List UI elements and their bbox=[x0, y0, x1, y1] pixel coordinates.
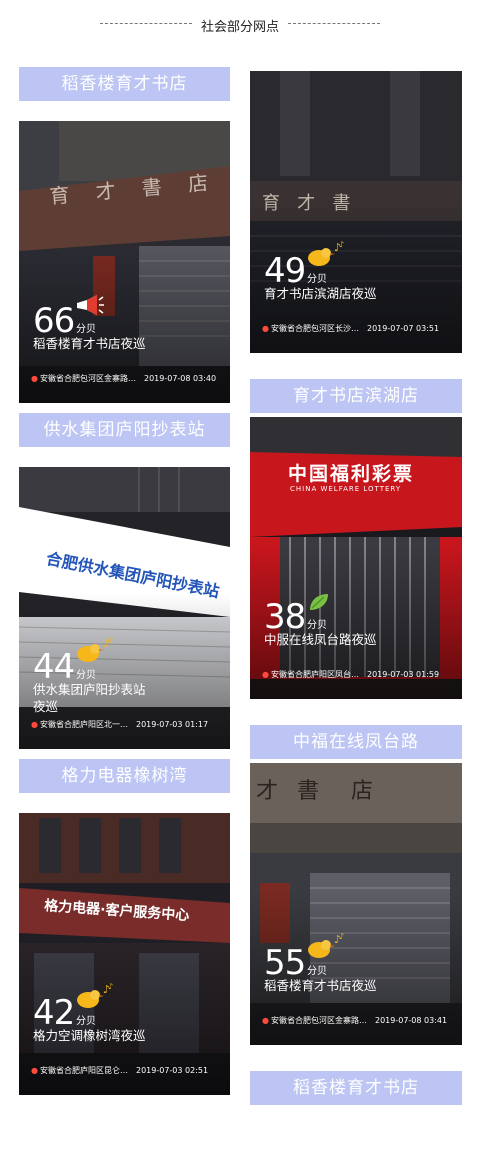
decibel-value: 44 bbox=[33, 647, 75, 687]
timestamp: 2019-07-08 03:40 bbox=[143, 374, 217, 383]
photo-card[interactable]: 中国福利彩票 CHINA WELFARE LOTTERY 38 分贝 中服在线凤… bbox=[250, 417, 462, 699]
card-title: 供水集团庐阳抄表站夜巡 bbox=[33, 682, 146, 714]
location-pin-icon: ● bbox=[31, 1066, 38, 1075]
location-line: ● 安徽省合肥庐阳区昆仑… 2019-07-03 02:51 bbox=[31, 1065, 208, 1076]
decibel-unit: 分贝 bbox=[76, 1016, 96, 1027]
location-text: 安徽省合肥庐阳区昆仑… bbox=[39, 1066, 128, 1075]
banner-yucai-binhu: 育才书店滨湖店 bbox=[250, 379, 462, 413]
decibel-unit: 分贝 bbox=[307, 966, 327, 977]
svg-text:♪: ♪ bbox=[339, 241, 344, 249]
store-sign: 才 書 店 bbox=[256, 779, 379, 804]
section-title: 社会部分网点 bbox=[200, 20, 279, 35]
section-header: 社会部分网点 bbox=[0, 14, 480, 40]
location-pin-icon: ● bbox=[262, 324, 269, 333]
decibel-value: 42 bbox=[33, 993, 75, 1033]
megaphone-icon bbox=[77, 295, 104, 315]
timestamp: 2019-07-07 03:51 bbox=[366, 324, 440, 333]
location-text: 安徽省合肥包河区金寨路… bbox=[270, 1016, 367, 1025]
location-line: ● 安徽省合肥庐阳区凤台… 2019-07-03 01:59 bbox=[262, 669, 439, 680]
timestamp: 2019-07-03 02:51 bbox=[135, 1066, 209, 1075]
banner-geli: 格力电器橡树湾 bbox=[19, 759, 230, 793]
timestamp: 2019-07-08 03:41 bbox=[374, 1016, 448, 1025]
decibel-value: 49 bbox=[264, 251, 306, 291]
location-pin-icon: ● bbox=[31, 720, 38, 729]
location-line: ● 安徽省合肥包河区长沙… 2019-07-07 03:51 bbox=[262, 323, 439, 334]
decibel-value: 38 bbox=[264, 597, 306, 637]
card-title: 育才书店滨湖店夜巡 bbox=[264, 286, 377, 301]
decibel-unit: 分贝 bbox=[76, 670, 96, 681]
location-text: 安徽省合肥庐阳区凤台… bbox=[270, 670, 359, 679]
music-bird-icon: ♪ ♪ bbox=[77, 983, 113, 1008]
card-title: 格力空调橡树湾夜巡 bbox=[33, 1028, 146, 1043]
photo-card[interactable]: 格力电器·客户服务中心 42 分贝 ♪ ♪ 格力空调橡树湾夜巡 ● 安徽省合肥庐阳… bbox=[19, 813, 230, 1095]
lottery-sign-english: CHINA WELFARE LOTTERY bbox=[290, 485, 402, 493]
music-bird-icon: ♪ ♪ bbox=[308, 241, 344, 266]
photo-card[interactable]: 育 才 書 店 66 分贝 稻香楼育才书店夜巡 ● 安徽省合肥包河区金寨路… 201… bbox=[19, 121, 230, 403]
decibel-unit: 分贝 bbox=[307, 620, 327, 631]
location-line: ● 安徽省合肥庐阳区北一… 2019-07-03 01:17 bbox=[31, 719, 208, 730]
card-title: 中服在线凤台路夜巡 bbox=[264, 632, 377, 647]
timestamp: 2019-07-03 01:59 bbox=[366, 670, 440, 679]
banner-gongshui: 供水集团庐阳抄表站 bbox=[19, 413, 230, 447]
location-text: 安徽省合肥庐阳区北一… bbox=[39, 720, 128, 729]
location-pin-icon: ● bbox=[262, 670, 269, 679]
decibel-value: 55 bbox=[264, 943, 306, 983]
location-pin-icon: ● bbox=[31, 374, 38, 383]
decibel-unit: 分贝 bbox=[307, 274, 327, 285]
location-text: 安徽省合肥包河区长沙… bbox=[270, 324, 359, 333]
timestamp: 2019-07-03 01:17 bbox=[135, 720, 209, 729]
card-title: 稻香楼育才书店夜巡 bbox=[264, 978, 377, 993]
music-bird-icon: ♪ ♪ bbox=[77, 637, 113, 662]
svg-text:♪: ♪ bbox=[108, 637, 113, 645]
photo-card[interactable]: 育 才 書 49 分贝 ♪ ♪ 育才书店滨湖店夜巡 ●安徽省合肥包河区长沙…20… bbox=[250, 71, 462, 353]
music-bird-icon: ♪ ♪ bbox=[308, 933, 344, 958]
location-line: ● 安徽省合肥包河区金寨路… 2019-07-08 03:40 bbox=[31, 373, 216, 384]
card-title: 稻香楼育才书店夜巡 bbox=[33, 336, 146, 351]
leaf-icon bbox=[310, 594, 328, 610]
decibel-value: 66 bbox=[33, 301, 75, 341]
svg-text:♪: ♪ bbox=[339, 933, 344, 941]
photo-card[interactable]: 才 書 店 55 分贝 ♪ ♪ 稻香楼育才书店夜巡 ● 安徽省合肥包河区金寨路… 2… bbox=[250, 763, 462, 1045]
decibel-unit: 分贝 bbox=[76, 324, 96, 335]
banner-daoxianglou: 稻香楼育才书店 bbox=[19, 67, 230, 101]
banner-zhongfu: 中福在线凤台路 bbox=[250, 725, 462, 759]
lottery-sign: 中国福利彩票 bbox=[288, 463, 415, 485]
location-line: ● 安徽省合肥包河区金寨路… 2019-07-08 03:41 bbox=[262, 1015, 447, 1026]
photo-card[interactable]: 合肥供水集团庐阳抄表站 44 分贝 ♪ ♪ 供水集团庐阳抄表站夜巡 ● 安徽省合肥… bbox=[19, 467, 230, 749]
location-pin-icon: ● bbox=[262, 1016, 269, 1025]
header-divider-right bbox=[288, 23, 380, 24]
location-text: 安徽省合肥包河区金寨路… bbox=[39, 374, 136, 383]
svg-text:♪: ♪ bbox=[108, 983, 113, 991]
banner-daoxianglou-2: 稻香楼育才书店 bbox=[250, 1071, 462, 1105]
